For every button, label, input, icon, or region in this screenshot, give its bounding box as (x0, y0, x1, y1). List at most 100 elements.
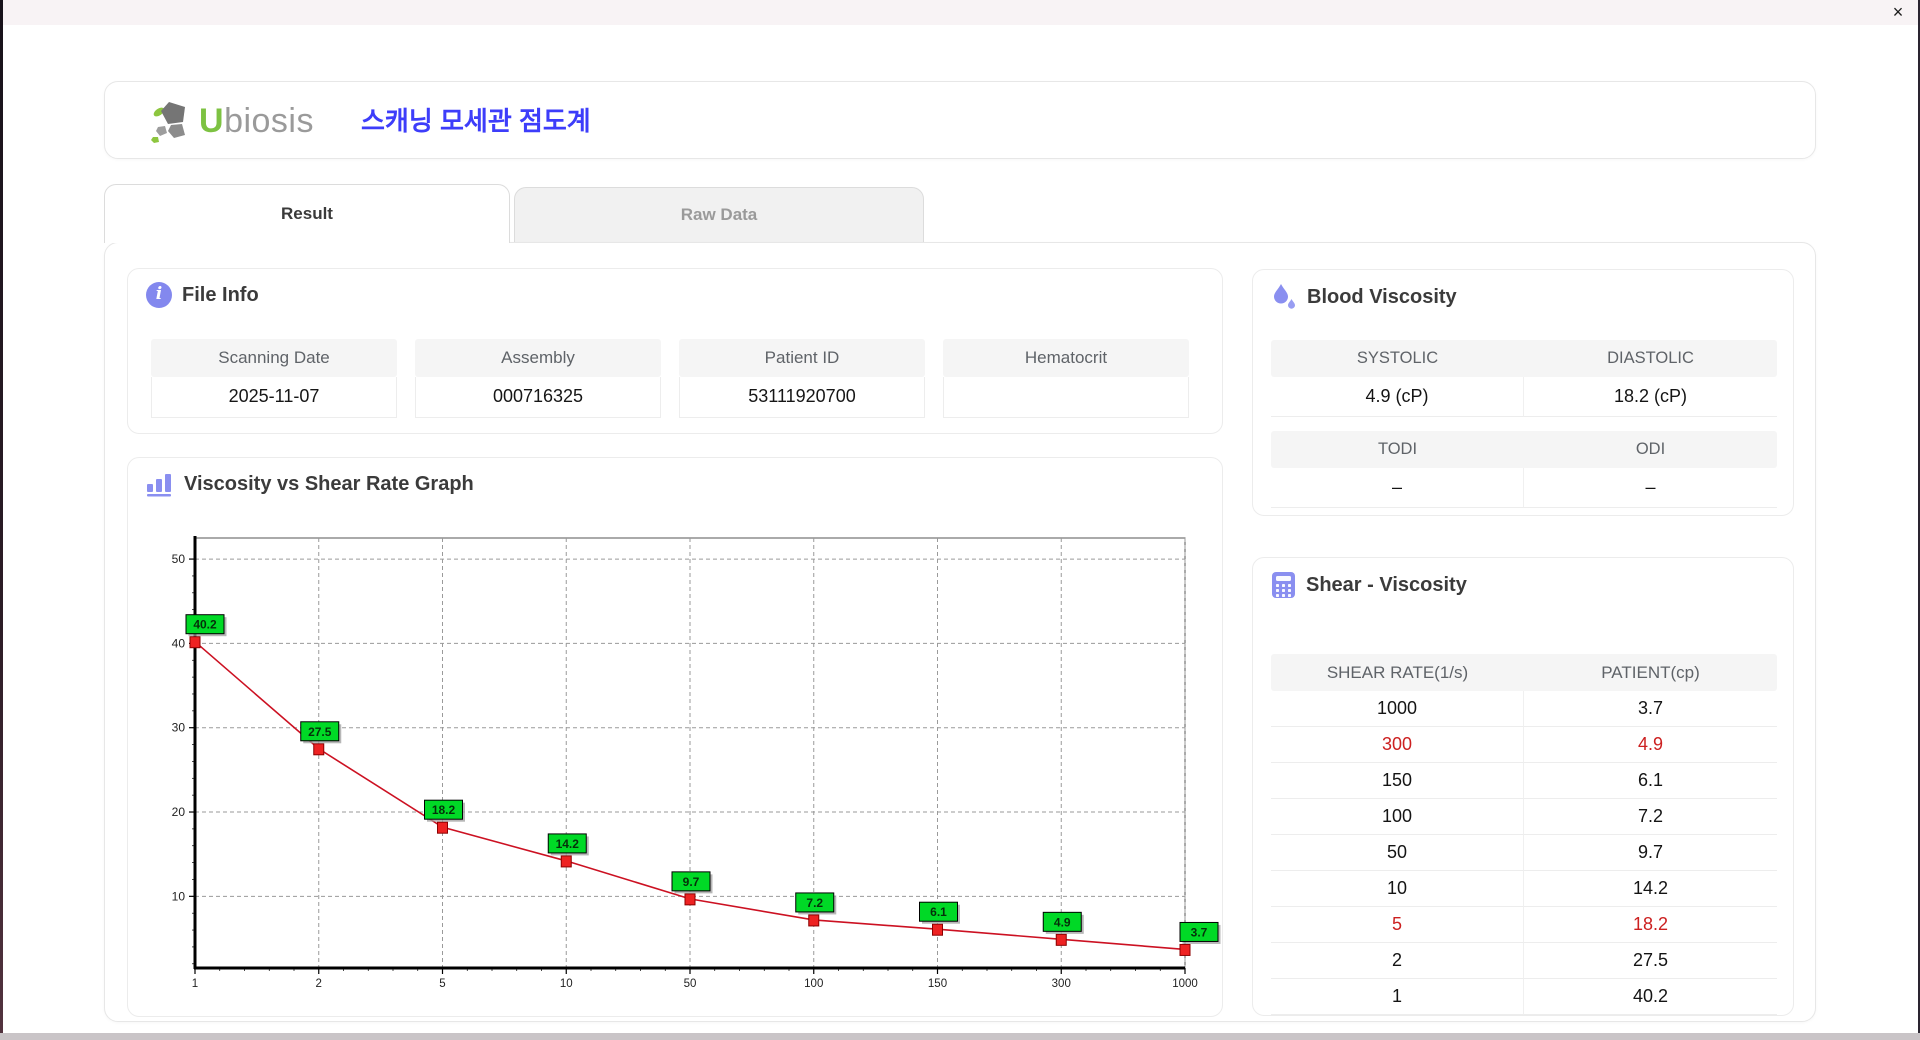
info-icon: i (146, 282, 172, 308)
blood-viscosity-title: Blood Viscosity (1307, 285, 1457, 308)
shear-viscosity-card: Shear - Viscosity SHEAR RATE(1/s) PATIEN… (1252, 557, 1794, 1016)
table-row: 5 18.2 (1271, 907, 1777, 943)
systolic-value: 4.9 (cP) (1271, 377, 1524, 417)
svg-text:2: 2 (316, 978, 322, 990)
patient-cell: 14.2 (1524, 871, 1777, 907)
graph-title: Viscosity vs Shear Rate Graph (184, 472, 474, 495)
logo-rest: biosis (224, 101, 314, 140)
field-label: Scanning Date (151, 339, 397, 377)
patient-cell: 6.1 (1524, 763, 1777, 799)
close-icon[interactable]: × (1886, 0, 1910, 24)
svg-text:6.1: 6.1 (930, 905, 947, 919)
svg-text:7.2: 7.2 (806, 896, 823, 910)
table-row: 100 7.2 (1271, 799, 1777, 835)
file-info-field: Patient ID 53111920700 (679, 339, 925, 418)
shear-rate-cell: 50 (1271, 835, 1524, 871)
patient-column-header: PATIENT(cp) (1601, 663, 1700, 682)
file-info-grid: Scanning Date 2025-11-07 Assembly 000716… (151, 339, 1189, 418)
file-info-title: File Info (182, 283, 259, 306)
shear-rate-cell: 2 (1271, 943, 1524, 979)
calculator-icon (1272, 572, 1295, 598)
shear-rate-column-header: SHEAR RATE(1/s) (1326, 663, 1469, 682)
patient-cell: 27.5 (1524, 943, 1777, 979)
table-row: 50 9.7 (1271, 835, 1777, 871)
svg-text:10: 10 (560, 978, 573, 990)
shear-rate-cell: 5 (1271, 907, 1524, 943)
shear-rate-cell: 100 (1271, 799, 1524, 835)
field-value (943, 377, 1189, 418)
svg-text:150: 150 (928, 978, 947, 990)
tab-raw-data[interactable]: Raw Data (514, 187, 924, 242)
svg-text:4.9: 4.9 (1054, 915, 1071, 929)
file-info-card: i File Info Scanning Date 2025-11-07 Ass… (127, 268, 1223, 434)
diastolic-header: DIASTOLIC (1607, 349, 1694, 367)
svg-text:40: 40 (172, 636, 186, 650)
indices-table: TODI ODI – – (1271, 431, 1777, 508)
blood-viscosity-card: Blood Viscosity SYSTOLIC DIASTOLIC 4.9 (… (1252, 269, 1794, 516)
table-row: 10 14.2 (1271, 871, 1777, 907)
tab-result[interactable]: Result (104, 184, 510, 243)
ubiosis-logo: Ubiosis (149, 98, 314, 144)
shear-rate-cell: 1000 (1271, 691, 1524, 727)
ubiosis-logo-text: Ubiosis (199, 102, 314, 141)
file-info-field: Scanning Date 2025-11-07 (151, 339, 397, 418)
shear-viscosity-title: Shear - Viscosity (1306, 573, 1467, 596)
result-panel: i File Info Scanning Date 2025-11-07 Ass… (104, 242, 1816, 1022)
patient-cell: 18.2 (1524, 907, 1777, 943)
systolic-header: SYSTOLIC (1356, 349, 1439, 367)
patient-cell: 3.7 (1524, 691, 1777, 727)
bar-chart-icon (147, 474, 171, 497)
file-info-field: Assembly 000716325 (415, 339, 661, 418)
field-label: Assembly (415, 339, 661, 377)
svg-text:27.5: 27.5 (308, 725, 332, 739)
shear-rate-cell: 300 (1271, 727, 1524, 763)
svg-text:20: 20 (172, 805, 186, 819)
viscosity-graph-card: Viscosity vs Shear Rate Graph 10 20 30 40 50… (127, 457, 1223, 1017)
diastolic-value: 18.2 (cP) (1524, 377, 1777, 417)
ubiosis-logo-icon (151, 102, 185, 143)
odi-value: – (1524, 468, 1777, 508)
table-row: 150 6.1 (1271, 763, 1777, 799)
svg-text:50: 50 (172, 552, 186, 566)
shear-rate-cell: 1 (1271, 979, 1524, 1015)
field-value: 000716325 (415, 377, 661, 418)
odi-header: ODI (1635, 440, 1666, 458)
svg-text:1: 1 (192, 978, 198, 990)
blood-drop-icon (1274, 284, 1295, 309)
page-title: 스캐닝 모세관 점도계 (361, 106, 591, 136)
pressure-table: SYSTOLIC DIASTOLIC 4.9 (cP) 18.2 (cP) (1271, 340, 1777, 417)
window-bottom-border (0, 1033, 1920, 1040)
shear-rate-cell: 150 (1271, 763, 1524, 799)
shear-viscosity-table: SHEAR RATE(1/s) PATIENT(cp) 1000 3.7 300 4… (1271, 654, 1777, 1015)
svg-text:50: 50 (684, 978, 697, 990)
svg-text:10: 10 (172, 889, 186, 903)
field-label: Hematocrit (943, 339, 1189, 377)
header-bar: Ubiosis 스캐닝 모세관 점도계 (104, 81, 1816, 159)
svg-text:14.2: 14.2 (556, 837, 580, 851)
logo-letter-u: U (199, 101, 225, 140)
window-titlebar: × (0, 0, 1920, 25)
patient-cell: 9.7 (1524, 835, 1777, 871)
todi-value: – (1271, 468, 1524, 508)
table-row: 1000 3.7 (1271, 691, 1777, 727)
patient-cell: 7.2 (1524, 799, 1777, 835)
field-value: 2025-11-07 (151, 377, 397, 418)
svg-text:9.7: 9.7 (683, 875, 700, 889)
svg-text:3.7: 3.7 (1191, 925, 1208, 939)
file-info-field: Hematocrit (943, 339, 1189, 418)
svg-text:300: 300 (1052, 978, 1071, 990)
shear-rate-cell: 10 (1271, 871, 1524, 907)
svg-text:18.2: 18.2 (432, 803, 456, 817)
todi-header: TODI (1377, 440, 1418, 458)
patient-cell: 40.2 (1524, 979, 1777, 1015)
app-window: × Ubiosis 스캐닝 모세관 점도계 Result Raw Data i … (0, 0, 1920, 1040)
svg-text:30: 30 (172, 721, 186, 735)
field-value: 53111920700 (679, 377, 925, 418)
svg-text:100: 100 (804, 978, 823, 990)
svg-text:40.2: 40.2 (193, 618, 217, 632)
window-left-border (0, 0, 3, 1040)
viscosity-chart: 10 20 30 40 50 1 2 5 10 50 100 150 300 1000 40.2 27.5 18… (172, 536, 1221, 990)
patient-cell: 4.9 (1524, 727, 1777, 763)
table-row: 1 40.2 (1271, 979, 1777, 1015)
field-label: Patient ID (679, 339, 925, 377)
